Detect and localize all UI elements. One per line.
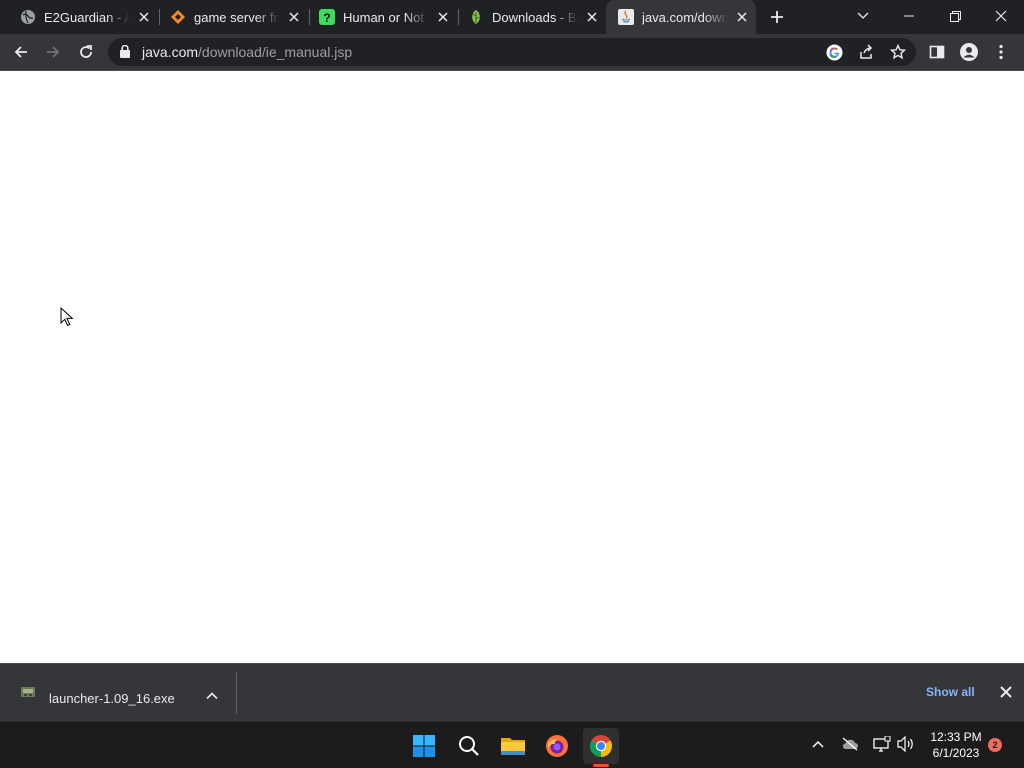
tab-game-server[interactable]: game server free <box>162 0 308 34</box>
restore-icon <box>949 10 961 22</box>
new-tab-button[interactable] <box>765 5 789 29</box>
tray-overflow-button[interactable] <box>808 734 828 754</box>
exe-file-icon <box>21 687 35 697</box>
clock-date: 6/1/2023 <box>932 746 980 760</box>
tab-java-download[interactable]: java.com/download <box>606 0 756 34</box>
tab-separator <box>458 9 459 25</box>
tab-e2guardian[interactable]: E2Guardian - Access Denied <box>12 0 158 34</box>
chrome-icon <box>590 735 612 757</box>
browser-window: E2Guardian - Access Denied game server f… <box>0 0 1024 768</box>
menu-button[interactable] <box>986 37 1016 67</box>
tab-close-icon[interactable] <box>286 9 302 25</box>
url-host: java.com <box>142 44 199 60</box>
show-all-downloads-link[interactable]: Show all <box>926 685 975 699</box>
network-icon <box>873 736 891 752</box>
download-file-name: launcher-1.09_16.exe <box>49 691 175 706</box>
speaker-icon <box>897 736 913 752</box>
download-item[interactable]: launcher-1.09_16.exe <box>8 670 228 716</box>
folder-icon <box>501 738 525 755</box>
close-shelf-icon[interactable] <box>998 684 1014 700</box>
url-path: /download/ie_manual.jsp <box>198 44 353 60</box>
firefox-icon <box>546 735 568 757</box>
taskbar-clock[interactable]: 12:33 PM 6/1/2023 <box>924 729 988 761</box>
tab-title: game server free <box>194 9 280 25</box>
tab-close-icon[interactable] <box>435 9 451 25</box>
tab-title: Downloads - Better <box>492 9 578 25</box>
forward-button[interactable] <box>38 37 68 67</box>
arrow-left-icon <box>14 46 27 58</box>
tab-strip: E2Guardian - Access Denied game server f… <box>0 0 1024 34</box>
tab-close-icon[interactable] <box>136 9 152 25</box>
minimize-button[interactable] <box>886 0 932 32</box>
close-icon <box>995 10 1007 22</box>
java-icon <box>618 9 634 25</box>
globe-icon <box>20 9 36 25</box>
download-shelf: launcher-1.09_16.exe Show all <box>0 663 1024 721</box>
plus-icon <box>771 11 783 23</box>
tab-title: Human or Not <box>343 9 424 25</box>
restore-button[interactable] <box>932 0 978 32</box>
tab-title: java.com/download <box>642 9 728 25</box>
arrow-right-icon <box>47 46 60 58</box>
profile-button[interactable] <box>954 37 984 67</box>
google-lens-icon[interactable] <box>824 42 844 62</box>
windows-taskbar: 12:33 PM 6/1/2023 2 <box>0 721 1024 768</box>
bookmark-star-icon[interactable] <box>888 42 908 62</box>
lock-icon[interactable] <box>120 44 130 63</box>
minimize-icon <box>904 15 914 17</box>
search-icon <box>459 736 479 756</box>
reload-button[interactable] <box>71 37 101 67</box>
tab-close-icon[interactable] <box>734 9 750 25</box>
windows-logo-icon <box>413 735 435 757</box>
mouse-cursor-icon <box>60 307 74 327</box>
tab-close-icon[interactable] <box>584 9 600 25</box>
side-panel-button[interactable] <box>922 37 952 67</box>
clock-time: 12:33 PM <box>930 730 982 744</box>
chevron-down-icon <box>857 12 869 19</box>
active-app-indicator <box>593 764 609 767</box>
notification-badge[interactable]: 2 <box>988 738 1002 752</box>
network-tray-button[interactable] <box>872 734 892 754</box>
chrome-taskbar-button[interactable] <box>583 728 619 764</box>
cloud-offline-icon <box>842 737 858 751</box>
close-window-button[interactable] <box>978 0 1024 32</box>
onedrive-tray-button[interactable] <box>840 734 860 754</box>
reload-icon <box>80 45 92 58</box>
share-icon[interactable] <box>856 42 876 62</box>
svg-text:?: ? <box>323 11 330 25</box>
orange-diamond-icon <box>170 9 186 25</box>
leaf-icon <box>468 9 484 25</box>
side-panel-icon <box>929 45 945 59</box>
file-explorer-button[interactable] <box>495 728 531 764</box>
chevron-up-icon <box>812 740 824 748</box>
back-button[interactable] <box>6 37 36 67</box>
taskbar-search-button[interactable] <box>451 728 487 764</box>
url-text[interactable]: java.com/download/ie_manual.jsp <box>142 44 352 60</box>
tab-search-button[interactable] <box>840 0 886 32</box>
firefox-button[interactable] <box>539 728 575 764</box>
address-bar[interactable]: java.com/download/ie_manual.jsp <box>108 38 916 66</box>
start-button[interactable] <box>406 728 442 764</box>
tab-separator <box>309 9 310 25</box>
question-icon: ? <box>319 9 335 25</box>
tab-human-or-not[interactable]: ? Human or Not <box>311 0 457 34</box>
volume-tray-button[interactable] <box>896 734 916 754</box>
kebab-menu-icon <box>999 44 1003 60</box>
chevron-up-icon[interactable] <box>205 689 219 703</box>
tab-title: E2Guardian - Access Denied <box>44 9 130 25</box>
page-content[interactable] <box>0 71 1024 663</box>
tab-downloads[interactable]: Downloads - Better <box>460 0 606 34</box>
tab-separator <box>159 9 160 25</box>
browser-toolbar: java.com/download/ie_manual.jsp <box>0 34 1024 70</box>
shelf-separator <box>236 672 237 714</box>
profile-avatar-icon <box>960 43 978 61</box>
